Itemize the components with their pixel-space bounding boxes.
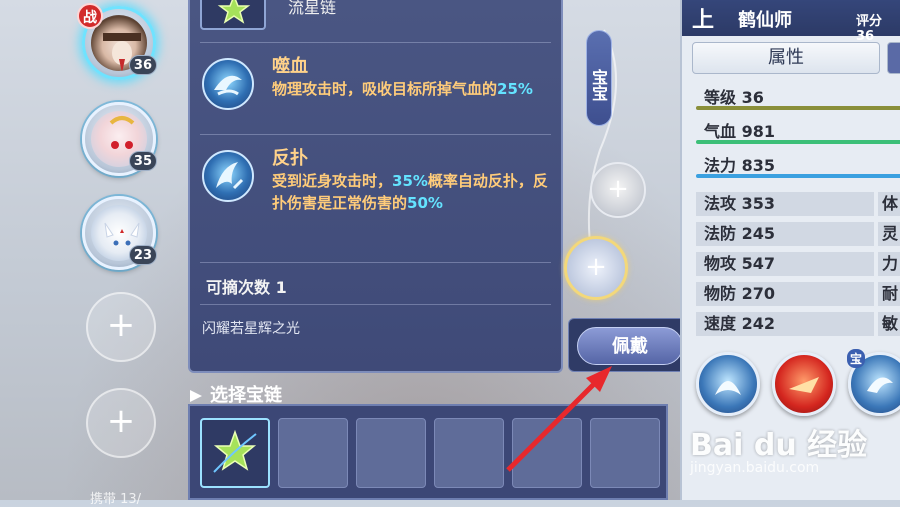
stat-mp: 法力 835: [696, 148, 900, 180]
stat-value: 270: [741, 284, 775, 303]
divider: [200, 134, 551, 135]
star-chain-icon: [200, 0, 266, 30]
up-mark: 上: [692, 8, 715, 33]
stat-cell: 耐: [878, 282, 900, 306]
stat-value: 981: [741, 122, 775, 141]
watermark-url: jingyan.baidu.com: [690, 460, 820, 476]
stat-cell: 物攻 547: [696, 252, 874, 276]
skill-description: 受到近身攻击时，35%概率自动反扑，反扑伤害是正常伤害的50%: [272, 170, 562, 214]
add-slot-node[interactable]: +: [590, 162, 646, 218]
desc-highlight: 25%: [497, 80, 533, 98]
battle-badge: 战: [77, 3, 103, 29]
desc-text: 物理攻击时，吸收目标所掉气血的: [272, 80, 498, 98]
chain-slot[interactable]: [278, 418, 348, 488]
stat-row: 法攻 353 体: [696, 192, 900, 218]
stat-level: 等级 36: [696, 80, 900, 112]
stat-name: 等级: [704, 88, 737, 107]
stat-hp: 气血 981: [696, 114, 900, 146]
stat-name: 气血: [704, 122, 737, 141]
stat-cell: 敏: [878, 312, 900, 336]
stat-label: 法力 835: [704, 152, 775, 176]
stat-cell: 物防 270: [696, 282, 874, 306]
skill-row-2: 反扑 受到近身攻击时，35%概率自动反扑，反扑伤害是正常伤害的50%: [200, 144, 551, 254]
pet-skill-icon[interactable]: [696, 352, 760, 416]
item-name: 流星链: [288, 0, 337, 17]
divider: [200, 304, 551, 305]
skill-name: 反扑: [272, 148, 308, 169]
pet-level-badge: 23: [128, 245, 157, 265]
hp-bar: [696, 140, 900, 144]
stat-value: 242: [741, 314, 775, 333]
remove-count-value: 1: [275, 278, 287, 297]
treasure-skill-icon[interactable]: 宝: [847, 349, 900, 416]
pointer-arrow: [506, 366, 612, 472]
counter-attack-icon: [202, 150, 254, 202]
stat-cell: 法攻 353: [696, 192, 874, 216]
stat-name: 法力: [704, 156, 737, 175]
stat-cell: 灵: [878, 222, 900, 246]
stat-row: 物防 270 耐: [696, 282, 900, 308]
equip-track: 宝宝 + +: [560, 20, 646, 320]
stat-cell: 体: [878, 192, 900, 216]
stat-name: 法攻: [704, 194, 737, 213]
chain-slot[interactable]: [200, 418, 270, 488]
hero-header: 上 鹤仙师 评分 36: [682, 0, 900, 44]
skill-row-1: 噬血 物理攻击时，吸收目标所掉气血的25%: [200, 52, 551, 132]
divider: [200, 42, 551, 43]
tab-attributes[interactable]: 属性: [692, 42, 880, 74]
chain-section-title: 选择宝链: [188, 382, 312, 410]
divider: [200, 262, 551, 263]
watermark-logo: Bai du 经验: [690, 428, 868, 463]
hero-name: 鹤仙师: [738, 10, 792, 31]
stat-name: 法防: [704, 224, 737, 243]
pet-level-badge: 36: [128, 55, 157, 75]
star-chain-icon: [213, 429, 257, 473]
stat-value: 835: [741, 156, 775, 175]
stat-row: 物攻 547 力: [696, 252, 900, 278]
carry-count-label: 携带 13/: [90, 492, 142, 507]
stat-cell: 法防 245: [696, 222, 874, 246]
flavor-text: 闪耀若星辉之光: [202, 321, 300, 337]
stat-name: 物攻: [704, 254, 737, 273]
team-column: 战 36 35 23 + + 携带 13/: [70, 0, 180, 507]
mp-bar: [696, 174, 900, 178]
pet-slot-3[interactable]: 23: [82, 196, 157, 270]
pet-level-badge: 35: [128, 151, 157, 171]
baby-tag[interactable]: 宝宝: [586, 30, 612, 126]
stat-value: 36: [741, 88, 764, 107]
fire-skill-icon[interactable]: [772, 352, 836, 416]
blood-drain-icon: [202, 58, 254, 110]
chain-slot[interactable]: [356, 418, 426, 488]
remove-count: 可摘次数 1: [206, 274, 287, 298]
treasure-tag: 宝: [847, 349, 866, 368]
score-label: 评分 36: [856, 14, 883, 44]
remove-count-label: 可摘次数: [206, 278, 271, 297]
stat-name: 物防: [704, 284, 737, 303]
stat-value: 353: [741, 194, 775, 213]
stat-row: 法防 245 灵: [696, 222, 900, 248]
stat-label: 气血 981: [704, 118, 775, 142]
desc-highlight: 50%: [407, 194, 443, 212]
stat-cell: 力: [878, 252, 900, 276]
pet-slot-2[interactable]: 35: [82, 102, 157, 176]
add-slot-node-selected[interactable]: +: [564, 236, 628, 300]
empty-pet-slot[interactable]: +: [86, 292, 156, 362]
stat-value: 245: [741, 224, 775, 243]
level-bar: [696, 106, 900, 110]
stat-row: 速度 242 敏: [696, 312, 900, 338]
stat-label: 等级 36: [704, 84, 764, 108]
desc-text: 受到近身攻击时，: [272, 172, 393, 190]
pet-slot-1[interactable]: 战 36: [77, 3, 157, 80]
stat-name: 速度: [704, 314, 737, 333]
skill-description: 物理攻击时，吸收目标所掉气血的25%: [272, 78, 562, 100]
desc-highlight: 35%: [392, 172, 428, 190]
treasure-detail-panel: 流星链 噬血 物理攻击时，吸收目标所掉气血的25% 反扑 受到近身攻击时，35%…: [188, 0, 563, 373]
stat-value: 547: [741, 254, 775, 273]
tab-secondary[interactable]: [887, 42, 900, 74]
stat-cell: 速度 242: [696, 312, 874, 336]
empty-pet-slot[interactable]: +: [86, 388, 156, 458]
skill-name: 噬血: [272, 56, 308, 77]
